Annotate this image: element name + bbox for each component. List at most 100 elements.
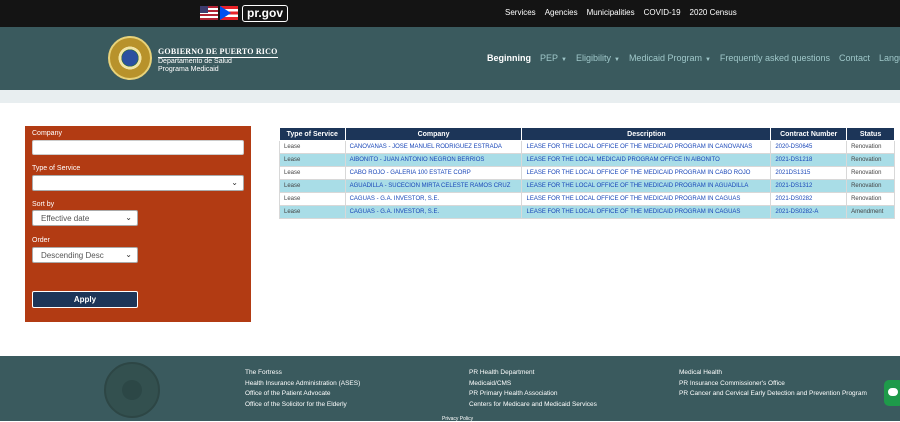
apply-button[interactable]: Apply — [32, 291, 138, 308]
top-nav-services[interactable]: Services — [505, 8, 536, 17]
us-flag-icon[interactable] — [200, 6, 218, 20]
cell-type: Lease — [279, 205, 346, 219]
footer-link[interactable]: PR Primary Health Association — [469, 389, 597, 400]
footer-link[interactable]: PR Cancer and Cervical Early Detection a… — [679, 389, 867, 400]
cell-contract-link[interactable]: 2021-DS0282-A — [770, 205, 848, 219]
cell-contract-link[interactable]: 2020-DS0645 — [770, 140, 848, 154]
cell-status: Renovation — [846, 166, 895, 180]
cell-contract-link[interactable]: 2021-DS1218 — [770, 153, 848, 167]
site-brand[interactable]: GOBIERNO DE PUERTO RICO Departamento de … — [158, 47, 278, 74]
footer-link[interactable]: PR Health Department — [469, 368, 597, 379]
brand-title: GOBIERNO DE PUERTO RICO — [158, 47, 278, 58]
footer-link[interactable]: Medicaid/CMS — [469, 379, 597, 390]
nav-beginning[interactable]: Beginning — [487, 53, 531, 63]
table-row: Lease CANOVANAS - JOSE MANUEL RODRIGUEZ … — [279, 140, 895, 154]
order-label: Order — [32, 237, 50, 244]
nav-faq[interactable]: Frequently asked questions — [720, 53, 830, 63]
footer-link[interactable]: PR Insurance Commissioner's Office — [679, 379, 867, 390]
table-row: Lease AGUADILLA - SUCECION MIRTA CELESTE… — [279, 179, 895, 193]
cell-description-link[interactable]: LEASE FOR THE LOCAL MEDICAID PROGRAM OFF… — [521, 153, 772, 167]
cell-contract-link[interactable]: 2021-DS0282 — [770, 192, 848, 206]
column-header-status: Status — [846, 127, 895, 141]
cell-contract-link[interactable]: 2021DS1315 — [770, 166, 848, 180]
column-header-company: Company — [344, 127, 523, 141]
order-select[interactable]: Descending Desc ⌄ — [32, 247, 138, 263]
footer-link[interactable]: The Fortress — [245, 368, 360, 379]
footer-link[interactable]: Centers for Medicare and Medicaid Servic… — [469, 400, 597, 411]
nav-pep[interactable]: PEP ▼ — [540, 53, 567, 63]
footer-link[interactable]: Office of the Solicitor for the Elderly — [245, 400, 360, 411]
cell-status: Renovation — [846, 192, 895, 206]
top-bar: pr.gov Services Agencies Municipalities … — [0, 0, 900, 27]
cell-company-link[interactable]: AGUADILLA - SUCECION MIRTA CELESTE RAMOS… — [344, 179, 523, 193]
top-nav-agencies[interactable]: Agencies — [545, 8, 578, 17]
nav-medicaid-label: Medicaid Program — [628, 53, 702, 63]
nav-language[interactable]: Language▼ — [879, 53, 900, 63]
brand-subtitle-program: Programa Medicaid — [158, 66, 219, 73]
cell-contract-link[interactable]: 2021-DS1312 — [770, 179, 848, 193]
cell-company-link[interactable]: CAGUAS - G.A. INVESTOR, S.E. — [344, 205, 523, 219]
cell-company-link[interactable]: AIBONITO - JUAN ANTONIO NEGRON BERRIOS — [344, 153, 523, 167]
filter-panel: Company Type of Service ⌄ Sort by Effect… — [25, 126, 251, 322]
cell-company-link[interactable]: CABO ROJO - GALERIA 100 ESTATE CORP — [344, 166, 523, 180]
caret-down-icon: ▼ — [613, 57, 620, 63]
site-header: GOBIERNO DE PUERTO RICO Departamento de … — [0, 27, 900, 90]
footer-link[interactable]: Health Insurance Administration (ASES) — [245, 379, 360, 390]
service-type-select[interactable]: ⌄ — [32, 175, 244, 191]
column-header-type: Type of Service — [279, 127, 346, 141]
government-seal-icon[interactable] — [108, 36, 152, 80]
order-value: Descending Desc — [41, 251, 104, 260]
nav-eligibility-label: Eligibility — [575, 53, 611, 63]
column-header-contract-number: Contract Number — [770, 127, 848, 141]
cell-company-link[interactable]: CAGUAS - G.A. INVESTOR, S.E. — [344, 192, 523, 206]
chevron-down-icon: ⌄ — [125, 213, 132, 222]
privacy-policy-link[interactable]: Privacy Policy — [442, 416, 473, 422]
company-input[interactable] — [32, 140, 244, 155]
table-row: Lease CAGUAS - G.A. INVESTOR, S.E. LEASE… — [279, 205, 895, 219]
sort-by-value: Effective date — [41, 214, 90, 223]
nav-pep-label: PEP — [540, 53, 559, 63]
pr-gov-logo[interactable]: pr.gov — [242, 5, 289, 22]
cell-description-link[interactable]: LEASE FOR THE LOCAL OFFICE OF THE MEDICA… — [521, 140, 772, 154]
top-nav: Services Agencies Municipalities COVID-1… — [505, 8, 737, 17]
cell-status: Renovation — [846, 140, 895, 154]
nav-contact[interactable]: Contact — [839, 53, 870, 63]
contracts-table: Type of Service Company Description Cont… — [279, 127, 895, 219]
footer-link[interactable]: Medical Health — [679, 368, 867, 379]
footer-seal-icon — [104, 362, 160, 418]
cell-description-link[interactable]: LEASE FOR THE LOCAL OFFICE OF THE MEDICA… — [521, 205, 772, 219]
pr-flag-icon[interactable] — [220, 6, 238, 20]
nav-medicaid-program[interactable]: Medicaid Program ▼ — [629, 53, 711, 63]
top-nav-census[interactable]: 2020 Census — [690, 8, 737, 17]
chevron-down-icon: ⌄ — [231, 178, 238, 187]
chevron-down-icon: ⌄ — [125, 250, 132, 259]
nav-eligibility[interactable]: Eligibility ▼ — [576, 53, 620, 63]
cell-type: Lease — [279, 153, 346, 167]
cell-description-link[interactable]: LEASE FOR THE LOCAL OFFICE OF THE MEDICA… — [521, 166, 772, 180]
cell-status: Renovation — [846, 179, 895, 193]
header-divider-band — [0, 90, 900, 103]
table-row: Lease CAGUAS - G.A. INVESTOR, S.E. LEASE… — [279, 192, 895, 206]
cell-description-link[interactable]: LEASE FOR THE LOCAL OFFICE OF THE MEDICA… — [521, 179, 772, 193]
cell-type: Lease — [279, 179, 346, 193]
footer-link[interactable]: Office of the Patient Advocate — [245, 389, 360, 400]
cell-type: Lease — [279, 192, 346, 206]
sort-by-label: Sort by — [32, 201, 55, 208]
cell-type: Lease — [279, 140, 346, 154]
footer-column-1: The Fortress Health Insurance Administra… — [245, 368, 360, 410]
cell-description-link[interactable]: LEASE FOR THE LOCAL OFFICE OF THE MEDICA… — [521, 192, 772, 206]
cell-type: Lease — [279, 166, 346, 180]
table-header-row: Type of Service Company Description Cont… — [279, 127, 895, 141]
cell-status: Amendment — [846, 205, 895, 219]
top-nav-covid[interactable]: COVID-19 — [644, 8, 681, 17]
table-row: Lease CABO ROJO - GALERIA 100 ESTATE COR… — [279, 166, 895, 180]
cell-status: Renovation — [846, 153, 895, 167]
top-nav-municipalities[interactable]: Municipalities — [587, 8, 635, 17]
company-label: Company — [32, 130, 62, 137]
cell-company-link[interactable]: CANOVANAS - JOSE MANUEL RODRIGUEZ ESTRAD… — [344, 140, 523, 154]
service-type-label: Type of Service — [32, 165, 81, 172]
chat-icon[interactable] — [884, 380, 900, 406]
language-flags — [200, 6, 238, 21]
sort-by-select[interactable]: Effective date ⌄ — [32, 210, 138, 226]
column-header-description: Description — [521, 127, 772, 141]
